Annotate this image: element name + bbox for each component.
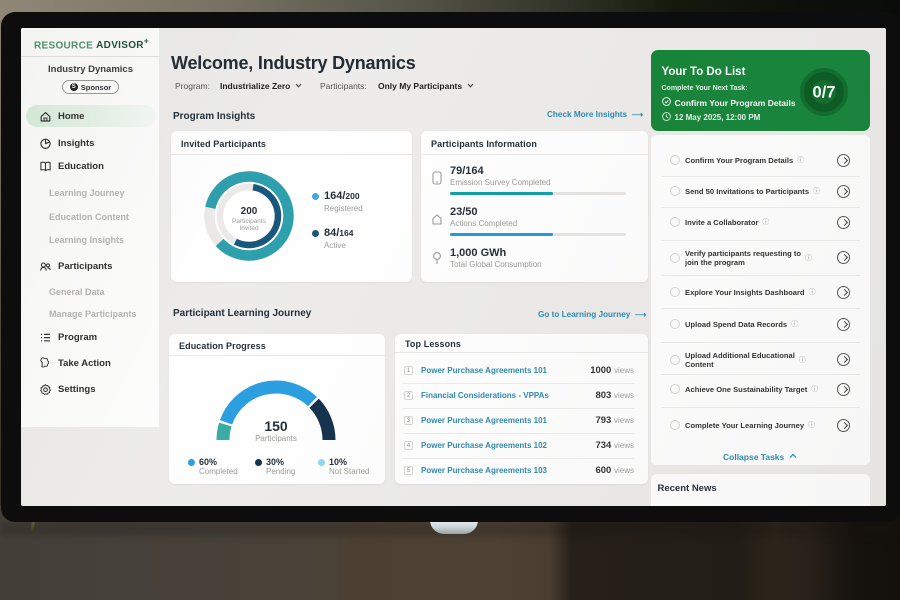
svg-text:0/7: 0/7 bbox=[812, 84, 835, 102]
